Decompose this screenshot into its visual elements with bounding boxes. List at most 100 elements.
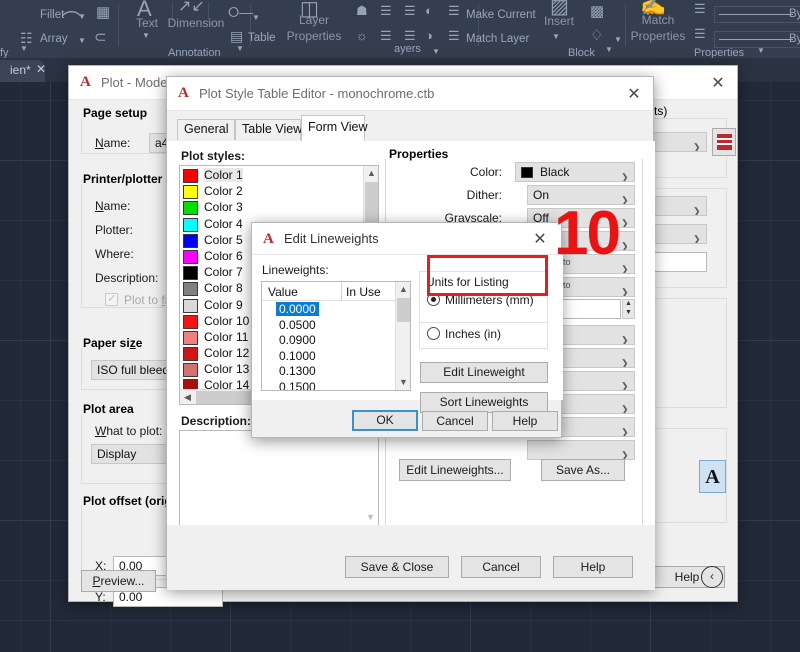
layer-stack2-icon[interactable]: ☰ <box>404 3 416 19</box>
chevron-down-icon[interactable]: ▼ <box>20 44 28 53</box>
chevron-down-icon[interactable]: ▼ <box>605 45 613 54</box>
layer-lock-icon[interactable]: ☰ <box>404 28 416 44</box>
define-attribute-icon[interactable]: ♢ <box>590 26 603 44</box>
tab-table-view[interactable]: Table View <box>235 119 301 140</box>
ribbon-layer-properties-label-2[interactable]: Properties <box>278 30 350 43</box>
ribbon-fillet-label[interactable]: Fillet <box>40 9 64 21</box>
plot-styles-label: Plot styles: <box>181 149 245 163</box>
scroll-left-icon[interactable]: ◀ <box>180 390 195 405</box>
chevron-down-icon[interactable]: ▼ <box>432 47 440 56</box>
tab-general[interactable]: General <box>177 119 235 140</box>
plot-style-name: Color 2 <box>204 184 243 198</box>
ribbon-layer-properties-label-1[interactable]: Layer <box>288 14 340 27</box>
pste-help-button[interactable]: Help <box>553 556 633 578</box>
layer-bulb-icon[interactable]: ☗ <box>356 3 368 19</box>
close-icon[interactable]: ✕ <box>623 84 645 104</box>
lineweights-vscrollbar[interactable]: ▲ ▼ <box>395 282 410 390</box>
chevron-down-icon[interactable]: ▼ <box>236 44 244 53</box>
match-layer-icon[interactable]: ☰ <box>448 28 460 44</box>
plot-style-color-swatch <box>183 331 198 345</box>
linetype-icon[interactable]: ☰ <box>694 1 706 17</box>
pste-cancel-button[interactable]: Cancel <box>461 556 541 578</box>
sort-lineweights-button[interactable]: Sort Lineweights <box>420 392 548 413</box>
close-icon[interactable]: ✕ <box>529 229 551 249</box>
lineweight-value-row[interactable]: 0.0500 <box>279 318 316 332</box>
fill-style-combo[interactable]: ❯ <box>527 440 635 460</box>
ribbon-match-properties-label-2[interactable]: Properties <box>622 30 694 43</box>
ribbon-dimension-label[interactable]: Dimension <box>166 17 226 30</box>
unit-in-radio[interactable] <box>427 327 440 340</box>
ribbon-match-layer-label[interactable]: Match Layer <box>466 33 529 45</box>
ribbon-array-label[interactable]: Array <box>40 33 67 45</box>
plot-style-row[interactable]: Color 1 <box>180 168 363 184</box>
autocad-logo-icon: A <box>80 74 96 91</box>
chevron-down-icon[interactable]: ▼ <box>78 12 86 21</box>
layer-sun-icon[interactable]: ☼ <box>356 28 368 43</box>
lineweight-value-row[interactable]: 0.1300 <box>279 364 316 378</box>
description-textarea[interactable]: ▼ <box>179 430 379 528</box>
layer-on-icon[interactable]: ◑ <box>425 28 433 43</box>
tab-form-view[interactable]: Form View <box>301 115 365 141</box>
description-vscrollbar[interactable]: ▼ <box>363 431 378 527</box>
elw-help-button[interactable]: Help <box>492 411 558 431</box>
ribbon-insert-label[interactable]: Insert <box>533 15 585 28</box>
ribbon-table-label[interactable]: Table <box>248 32 276 44</box>
scroll-down-icon[interactable]: ▼ <box>363 510 378 525</box>
plot-style-color-swatch <box>183 266 198 280</box>
layer-stack-icon[interactable]: ☰ <box>380 3 392 19</box>
elw-ok-button[interactable]: OK <box>352 410 418 431</box>
scroll-thumb[interactable] <box>365 182 378 226</box>
chevron-down-icon[interactable]: ▼ <box>552 32 560 41</box>
chamfer-icon[interactable]: ⊂ <box>94 28 107 46</box>
chevron-down-icon[interactable]: ▼ <box>78 36 86 45</box>
preview-button[interactable]: Preview... <box>81 570 156 592</box>
leader-icon[interactable]: ⭘— <box>228 4 253 21</box>
scroll-thumb[interactable] <box>397 298 410 322</box>
color-combo[interactable]: Black ❯ <box>515 162 635 182</box>
elw-titlebar: A Edit Lineweights ✕ <box>252 223 561 255</box>
ribbon-panel-layers-label[interactable]: ayers <box>394 43 421 59</box>
edit-block-icon[interactable]: ▩ <box>590 2 604 20</box>
ribbon-text-label[interactable]: Text <box>130 17 164 30</box>
chevron-down-icon[interactable]: ▼ <box>757 46 765 55</box>
plot-style-name: Color 10 <box>204 314 249 328</box>
close-icon[interactable]: ✕ <box>36 62 46 76</box>
chevron-down-icon[interactable]: ▼ <box>252 13 260 22</box>
lineweight-value-row[interactable]: 0.1500 <box>279 380 316 392</box>
lineweight-value-row[interactable]: 0.0900 <box>279 333 316 347</box>
color-swatch <box>521 167 533 178</box>
table-grid-icon[interactable]: ▤ <box>230 28 243 45</box>
scroll-down-icon[interactable]: ▼ <box>396 375 411 390</box>
screening-spinner[interactable]: ▲▼ <box>622 299 635 319</box>
layer-freeze-icon[interactable]: ☰ <box>380 28 392 44</box>
lineweight-icon[interactable]: ☰ <box>694 26 706 42</box>
box-icon[interactable]: ▦ <box>96 3 110 21</box>
close-icon[interactable]: ✕ <box>707 73 729 93</box>
edit-lineweight-button[interactable]: Edit Lineweight <box>420 362 548 383</box>
plot-style-row[interactable]: Color 3 <box>180 200 363 216</box>
plot-to-file-checkbox[interactable]: ✓ <box>105 293 118 306</box>
elw-cancel-button[interactable]: Cancel <box>422 411 488 431</box>
save-as-button[interactable]: Save As... <box>541 459 625 481</box>
linetype-combo[interactable]: ByLa <box>714 6 800 23</box>
save-close-button[interactable]: Save & Close <box>345 556 449 578</box>
chevron-down-icon[interactable]: ▼ <box>614 35 622 44</box>
plot-style-table-editor-button[interactable] <box>712 128 736 156</box>
layer-off-icon[interactable]: ◐ <box>425 3 433 18</box>
make-current-icon[interactable]: ☰ <box>448 3 460 19</box>
scroll-up-icon[interactable]: ▲ <box>396 282 411 297</box>
pste-title: Plot Style Table Editor - monochrome.ctb <box>199 86 434 101</box>
chevron-down-icon[interactable]: ▼ <box>142 31 150 40</box>
edit-lineweights-button[interactable]: Edit Lineweights... <box>399 459 511 481</box>
lineweight-value-row[interactable]: 0.1000 <box>279 349 316 363</box>
ribbon-match-properties-label-1[interactable]: Match <box>632 14 684 27</box>
plot-style-row[interactable]: Color 2 <box>180 184 363 200</box>
dimension-icon[interactable]: ↗↙ <box>178 0 205 16</box>
collapse-options-button[interactable]: ‹ <box>701 566 723 588</box>
ribbon-make-current-label[interactable]: Make Current <box>466 9 536 21</box>
unit-in-label: Inches (in) <box>445 327 501 341</box>
lineweight-value-row[interactable]: 0.0000 <box>276 302 319 316</box>
plot-style-name: Color 8 <box>204 281 243 295</box>
lineweights-listbox[interactable]: Value In Use 0.00000.05000.09000.10000.1… <box>261 281 411 391</box>
scroll-up-icon[interactable]: ▲ <box>364 166 379 181</box>
